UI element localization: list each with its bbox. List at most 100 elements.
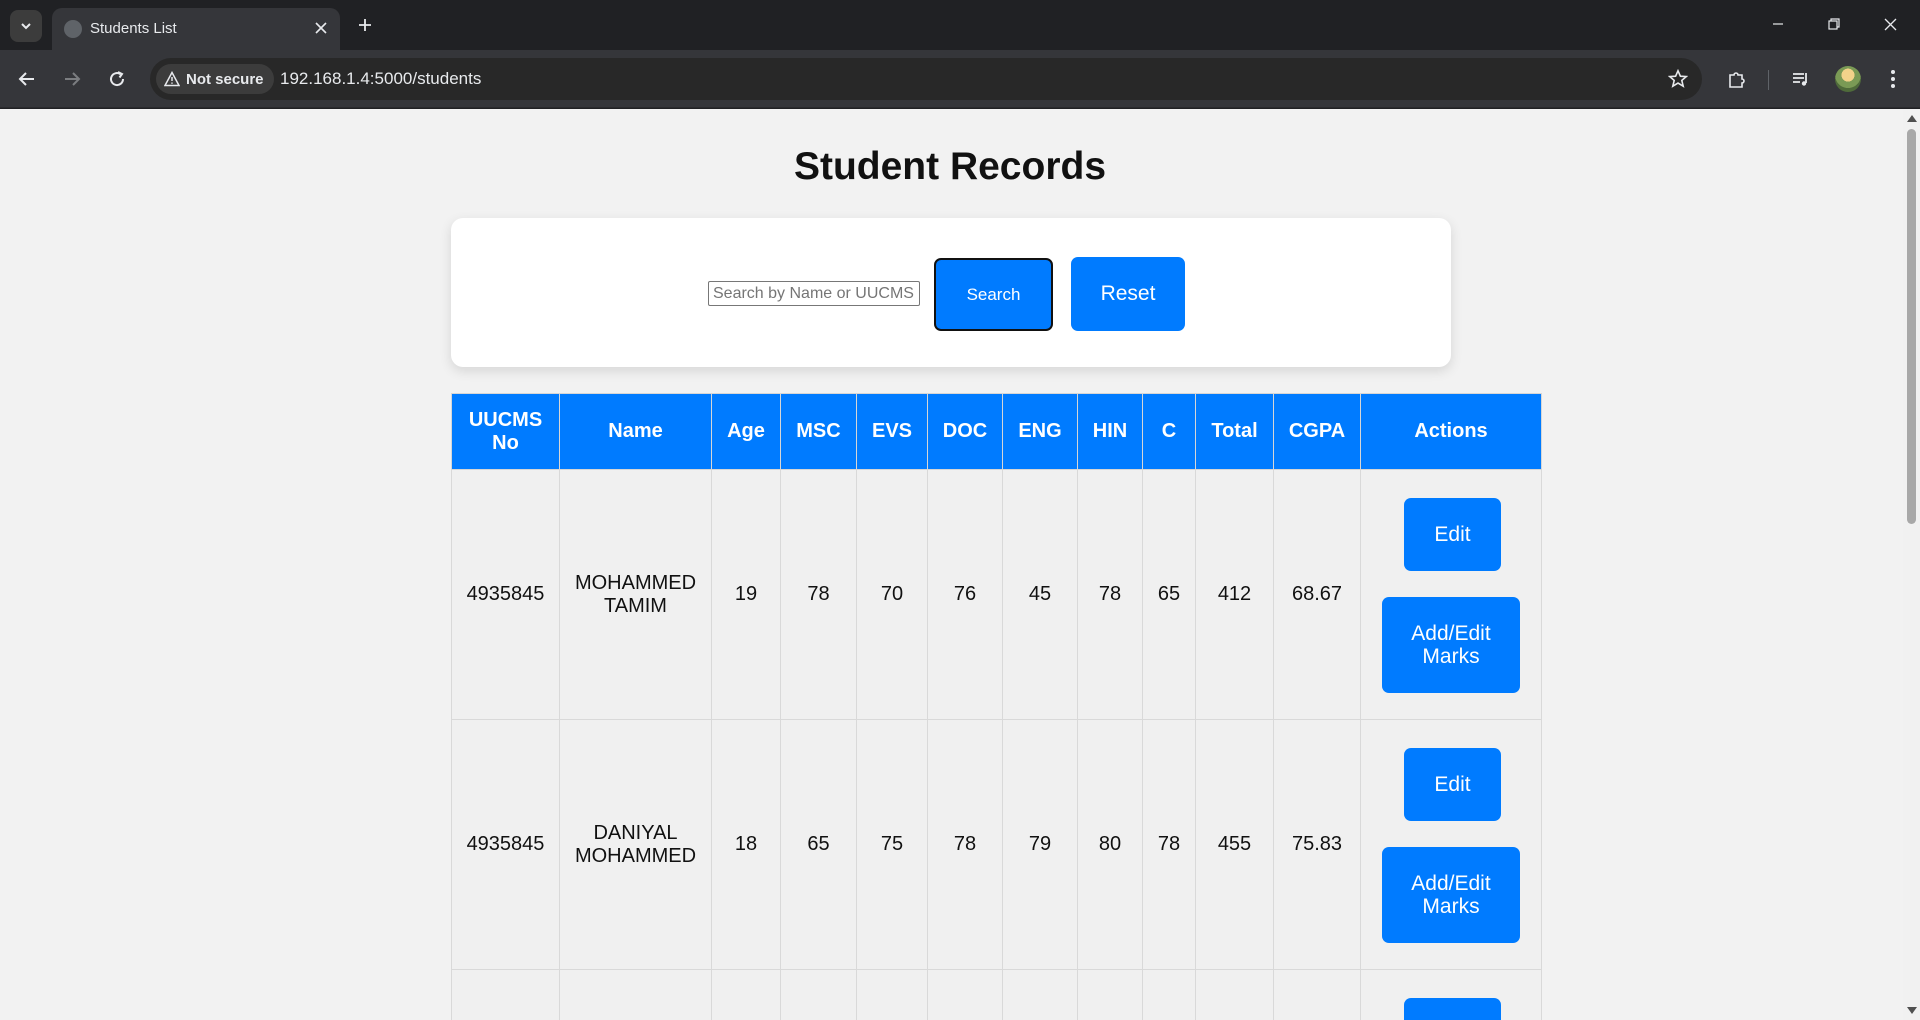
media-queue-icon: [1793, 73, 1807, 86]
arrow-left-icon: [18, 72, 34, 86]
cell-total: [1195, 969, 1274, 1020]
tab-title: Students List: [90, 20, 177, 37]
add-edit-marks-button[interactable]: Add/Edit Marks: [1382, 597, 1520, 693]
cell-eng: 79: [1002, 719, 1078, 970]
cell-eng: 45: [1002, 469, 1078, 720]
cell-actions: Edit Add/Edit Marks: [1360, 469, 1542, 720]
header-eng: ENG: [1002, 393, 1078, 470]
browser-toolbar: Not secure 192.168.1.4:5000/students: [0, 50, 1920, 108]
cell-doc: 78: [927, 719, 1003, 970]
more-vertical-icon: [1891, 70, 1895, 88]
vertical-scrollbar[interactable]: [1903, 109, 1920, 1020]
header-age: Age: [711, 393, 781, 470]
header-msc: MSC: [780, 393, 857, 470]
cell-c: 65: [1142, 469, 1196, 720]
cell-cgpa: 68.67: [1273, 469, 1361, 720]
address-bar[interactable]: Not secure 192.168.1.4:5000/students: [150, 58, 1702, 100]
star-icon: [1668, 69, 1688, 88]
header-actions: Actions: [1360, 393, 1542, 470]
puzzle-icon: [1729, 72, 1745, 88]
cell-evs: 70: [856, 469, 928, 720]
browser-tab[interactable]: Students List: [52, 8, 340, 50]
close-window-button[interactable]: [1870, 8, 1910, 40]
cell-hin: 78: [1077, 469, 1143, 720]
table-row: [451, 969, 1542, 1020]
warning-icon: [164, 71, 180, 87]
cell-name: MOHAMMED TAMIM: [559, 469, 712, 720]
new-tab-button[interactable]: [352, 12, 378, 38]
media-control-button[interactable]: [1786, 64, 1816, 94]
bookmark-button[interactable]: [1666, 67, 1690, 91]
scroll-down-icon[interactable]: [1906, 1005, 1917, 1016]
cell-c: [1142, 969, 1196, 1020]
scroll-up-icon[interactable]: [1906, 112, 1917, 123]
extensions-button[interactable]: [1722, 64, 1752, 94]
header-uucms: UUCMS No: [451, 393, 560, 470]
cell-evs: 75: [856, 719, 928, 970]
cell-uucms: [451, 969, 560, 1020]
header-doc: DOC: [927, 393, 1003, 470]
cell-eng: [1002, 969, 1078, 1020]
cell-total: 412: [1195, 469, 1274, 720]
close-icon: [1884, 18, 1896, 30]
minimize-button[interactable]: [1758, 8, 1798, 40]
table-row: 4935845 MOHAMMED TAMIM 19 78 70 76 45 78…: [451, 469, 1542, 720]
forward-button[interactable]: [57, 64, 87, 94]
cell-actions: [1360, 969, 1542, 1020]
reload-icon: [110, 71, 125, 87]
cell-hin: 80: [1077, 719, 1143, 970]
arrow-right-icon: [65, 72, 81, 86]
cell-cgpa: [1273, 969, 1361, 1020]
restore-icon: [1828, 18, 1840, 30]
header-hin: HIN: [1077, 393, 1143, 470]
search-card: Search Reset: [451, 218, 1451, 367]
cell-total: 455: [1195, 719, 1274, 970]
header-total: Total: [1195, 393, 1274, 470]
edit-button[interactable]: [1404, 998, 1501, 1020]
table-header-row: UUCMS No Name Age MSC EVS DOC ENG HIN C …: [451, 393, 1542, 470]
page-viewport: Student Records Search Reset UUCMS No Na…: [0, 109, 1920, 1020]
cell-uucms: 4935845: [451, 719, 560, 970]
tab-strip: Students List: [0, 0, 1920, 50]
cell-age: 19: [711, 469, 781, 720]
edit-button[interactable]: Edit: [1404, 498, 1501, 571]
security-label: Not secure: [186, 70, 264, 88]
cell-doc: [927, 969, 1003, 1020]
reset-button[interactable]: Reset: [1071, 257, 1185, 331]
security-chip[interactable]: Not secure: [156, 64, 274, 94]
reload-button[interactable]: [102, 64, 132, 94]
scrollbar-thumb[interactable]: [1907, 129, 1916, 524]
globe-icon: [64, 20, 82, 38]
search-button[interactable]: Search: [934, 258, 1053, 331]
profile-avatar[interactable]: [1835, 66, 1861, 92]
cell-hin: [1077, 969, 1143, 1020]
cell-age: 18: [711, 719, 781, 970]
browser-menu-button[interactable]: [1878, 64, 1908, 94]
edit-button[interactable]: Edit: [1404, 748, 1501, 821]
plus-icon: [359, 19, 371, 31]
cell-cgpa: 75.83: [1273, 719, 1361, 970]
tab-close-button[interactable]: [310, 17, 332, 39]
cell-msc: 65: [780, 719, 857, 970]
restore-button[interactable]: [1814, 8, 1854, 40]
page-title: Student Records: [793, 145, 1107, 188]
cell-name: [559, 969, 712, 1020]
search-input[interactable]: [708, 281, 920, 306]
table-row: 4935845 DANIYAL MOHAMMED 18 65 75 78 79 …: [451, 719, 1542, 970]
cell-doc: 76: [927, 469, 1003, 720]
student-records-table: UUCMS No Name Age MSC EVS DOC ENG HIN C …: [451, 393, 1542, 1020]
cell-msc: 78: [780, 469, 857, 720]
url-text: 192.168.1.4:5000/students: [280, 69, 482, 88]
back-button[interactable]: [12, 64, 42, 94]
header-name: Name: [559, 393, 712, 470]
tab-search-button[interactable]: [10, 10, 42, 42]
toolbar-divider: [1768, 70, 1769, 90]
header-evs: EVS: [856, 393, 928, 470]
cell-evs: [856, 969, 928, 1020]
cell-actions: Edit Add/Edit Marks: [1360, 719, 1542, 970]
close-icon: [315, 22, 327, 34]
header-cgpa: CGPA: [1273, 393, 1361, 470]
cell-age: [711, 969, 781, 1020]
add-edit-marks-button[interactable]: Add/Edit Marks: [1382, 847, 1520, 943]
cell-name: DANIYAL MOHAMMED: [559, 719, 712, 970]
